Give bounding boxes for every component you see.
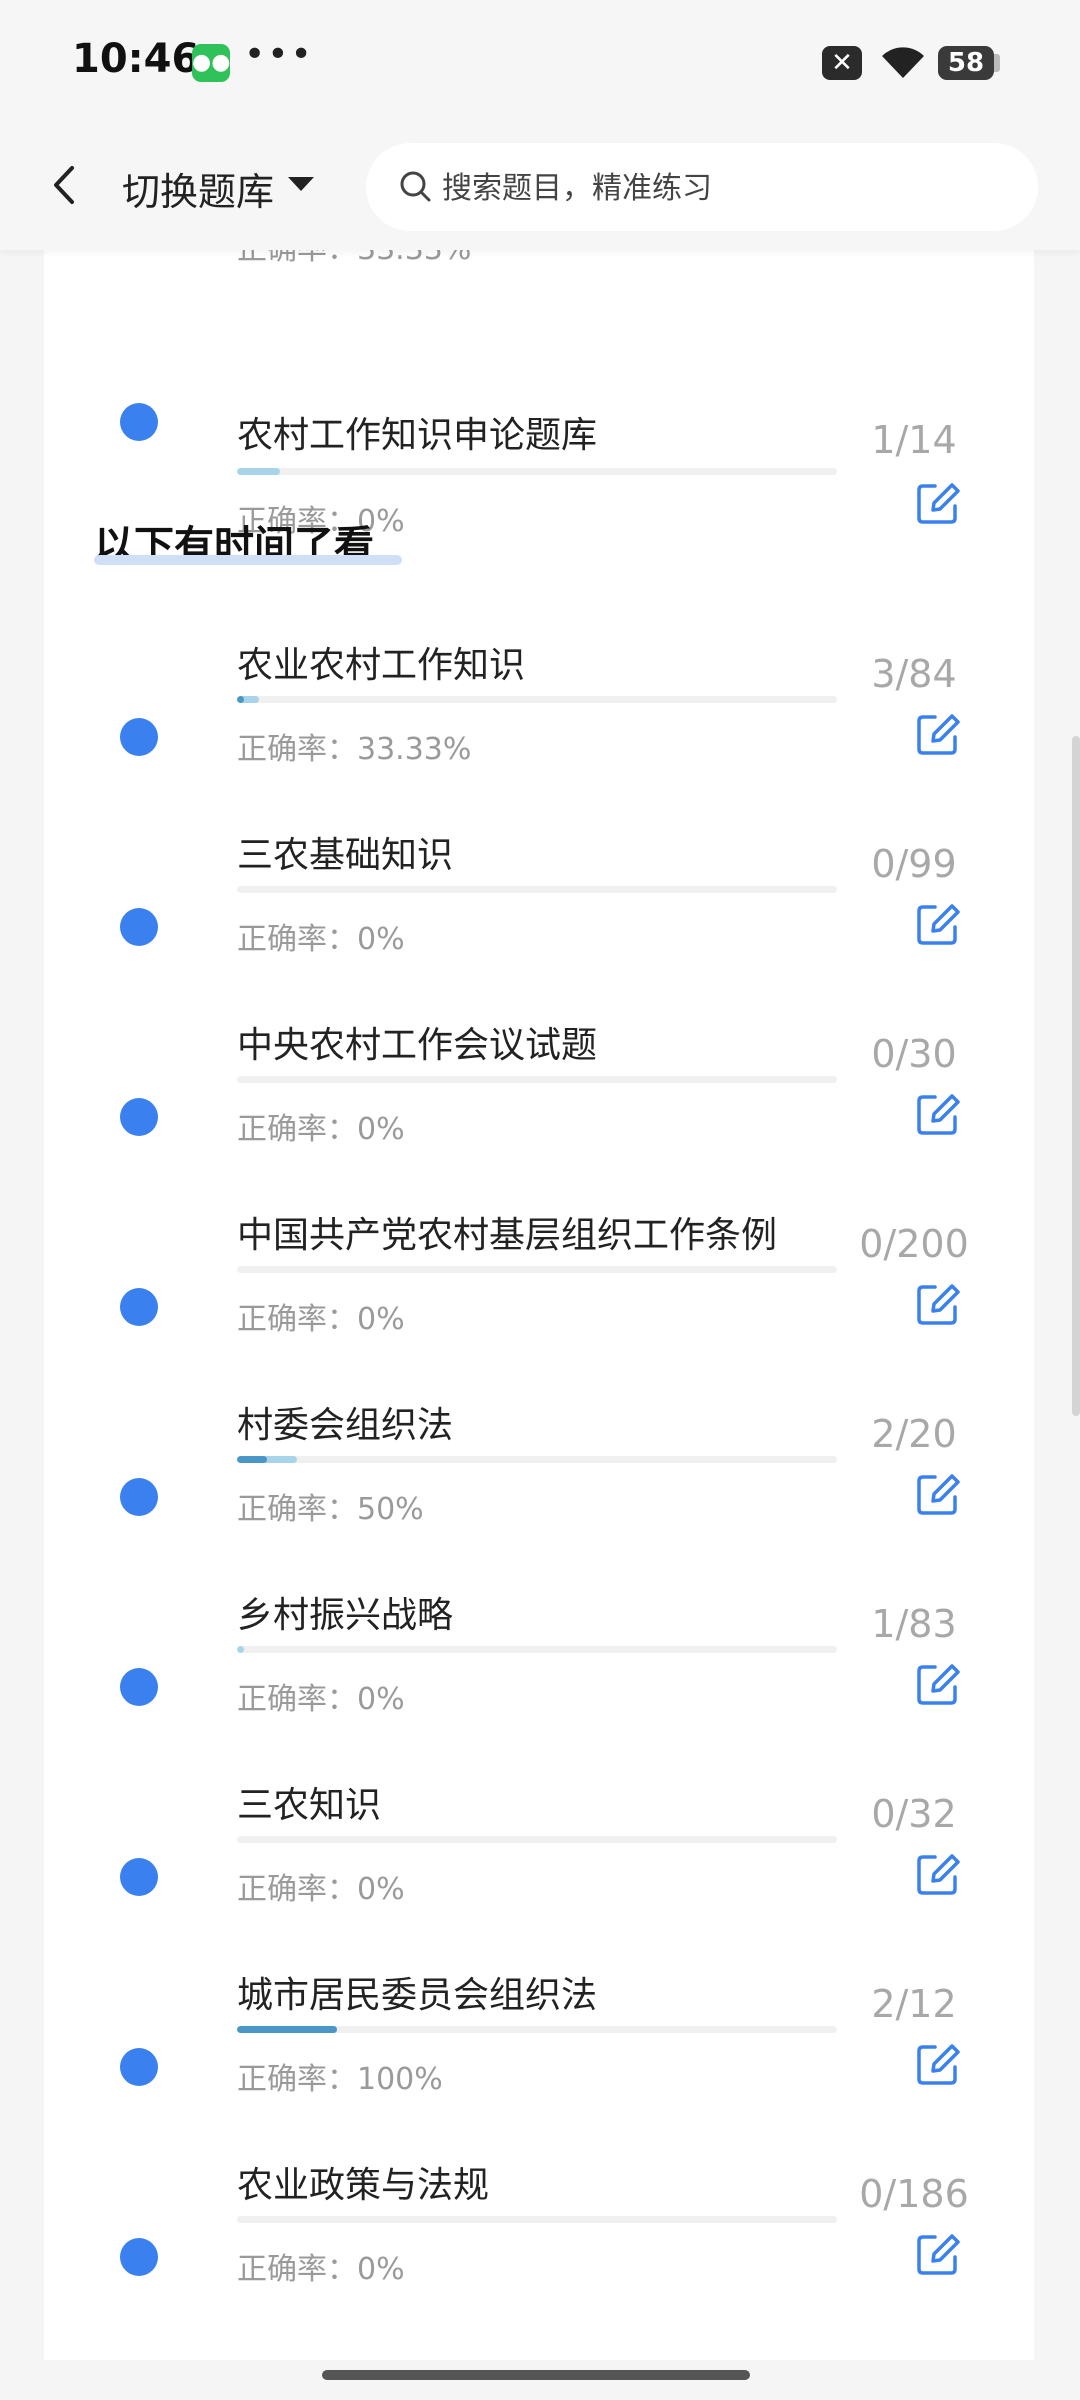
- progress-done: [237, 1646, 245, 1653]
- item-count: 1/83: [871, 1602, 957, 1646]
- item-title: 农村工作知识申论题库: [237, 415, 598, 456]
- item-accuracy: 正确率：0%: [237, 922, 405, 957]
- status-dot: [120, 908, 158, 946]
- list-item[interactable]: 乡村振兴战略 正确率：0% 1/83: [44, 1590, 1034, 1760]
- item-count: 2/12: [871, 1982, 957, 2026]
- edit-icon[interactable]: [915, 901, 961, 947]
- battery-tip: [994, 54, 1000, 72]
- edit-icon[interactable]: [915, 1661, 961, 1707]
- edit-icon[interactable]: [915, 2231, 961, 2277]
- item-title: 三农知识: [237, 1785, 382, 1826]
- progress-done: [237, 468, 280, 475]
- edit-icon[interactable]: [915, 1281, 961, 1327]
- edit-icon[interactable]: [915, 1471, 961, 1517]
- status-dot: [120, 1098, 158, 1136]
- item-count: 2/20: [871, 1412, 957, 1456]
- question-bank-list: 正确率：33.33% 农村工作知识申论题库 正确率：0% 1/14 以下有时间了…: [44, 230, 1034, 2360]
- progress-bar: [237, 886, 837, 893]
- status-dot: [120, 2238, 158, 2276]
- item-count: 0/186: [859, 2172, 969, 2216]
- item-accuracy: 正确率：50%: [237, 1492, 424, 1527]
- item-count: 1/14: [871, 418, 957, 462]
- progress-correct: [237, 1456, 267, 1463]
- item-count: 0/32: [871, 1792, 957, 1836]
- status-dot: [120, 403, 158, 441]
- item-accuracy: 正确率：0%: [237, 1872, 405, 1907]
- list-item[interactable]: 三农知识 正确率：0% 0/32: [44, 1780, 1034, 1950]
- progress-bar: [237, 1456, 837, 1463]
- status-bar: 10:46 ●● ••• ✕ 58: [0, 0, 1080, 125]
- list-item[interactable]: 农业政策与法规 正确率：0% 0/186: [44, 2160, 1034, 2330]
- status-dot: [120, 1478, 158, 1516]
- item-accuracy: 正确率：33.33%: [237, 732, 472, 767]
- item-accuracy: 正确率：0%: [237, 1112, 405, 1147]
- scrollbar[interactable]: [1072, 736, 1080, 1416]
- item-title: 农业农村工作知识: [237, 645, 526, 686]
- status-dot: [120, 1668, 158, 1706]
- battery-icon: 58: [938, 46, 994, 80]
- back-arrow-icon[interactable]: [44, 160, 84, 210]
- item-count: 0/200: [859, 1222, 969, 1266]
- wifi-icon: [882, 47, 924, 78]
- progress-correct: [237, 2026, 338, 2033]
- list-item[interactable]: 中国共产党农村基层组织工作条例 正确率：0% 0/200: [44, 1210, 1034, 1380]
- progress-bar: [237, 696, 837, 703]
- search-input[interactable]: [440, 143, 1004, 233]
- progress-bar: [237, 2216, 837, 2223]
- top-nav: 切换题库: [0, 125, 1080, 250]
- more-notifications-icon: •••: [244, 34, 314, 75]
- item-accuracy: 正确率：100%: [237, 2062, 443, 2097]
- progress-bar: [237, 468, 837, 475]
- list-item[interactable]: 中央农村工作会议试题 正确率：0% 0/30: [44, 1020, 1034, 1190]
- progress-bar: [237, 2026, 837, 2033]
- list-item[interactable]: 三农基础知识 正确率：0% 0/99: [44, 830, 1034, 1000]
- progress-bar: [237, 1076, 837, 1083]
- item-title: 中国共产党农村基层组织工作条例: [237, 1215, 778, 1256]
- status-time: 10:46: [72, 36, 200, 82]
- item-accuracy: 正确率：0%: [237, 2252, 405, 2287]
- edit-icon[interactable]: [915, 2041, 961, 2087]
- sim-off-icon: ✕: [822, 46, 862, 80]
- list-item[interactable]: 农业农村工作知识 正确率：33.33% 3/84: [44, 640, 1034, 810]
- edit-icon[interactable]: [915, 711, 961, 757]
- edit-icon[interactable]: [915, 480, 961, 526]
- status-dot: [120, 1288, 158, 1326]
- status-dot: [120, 2048, 158, 2086]
- item-title: 农业政策与法规: [237, 2165, 490, 2206]
- item-title: 村委会组织法: [237, 1405, 454, 1446]
- list-item[interactable]: 农村工作知识申论题库 正确率：0% 1/14: [44, 310, 1034, 539]
- wechat-icon: ●●: [192, 44, 230, 82]
- switch-bank-button[interactable]: 切换题库: [122, 161, 274, 216]
- item-title: 乡村振兴战略: [237, 1595, 454, 1636]
- item-count: 0/30: [871, 1032, 957, 1076]
- home-indicator[interactable]: [322, 2370, 750, 2380]
- section-underline: [94, 555, 402, 565]
- caret-down-icon[interactable]: [288, 177, 314, 191]
- item-count: 3/84: [871, 652, 957, 696]
- item-accuracy: 正确率：0%: [237, 1302, 405, 1337]
- progress-bar: [237, 1646, 837, 1653]
- edit-icon[interactable]: [915, 1091, 961, 1137]
- edit-icon[interactable]: [915, 1851, 961, 1897]
- list-item[interactable]: 城市居民委员会组织法 正确率：100% 2/12: [44, 1970, 1034, 2140]
- search-bar[interactable]: [366, 143, 1038, 233]
- item-title: 城市居民委员会组织法: [237, 1975, 598, 2016]
- status-dot: [120, 718, 158, 756]
- item-title: 中央农村工作会议试题: [237, 1025, 598, 1066]
- item-count: 0/99: [871, 842, 957, 886]
- search-icon: [400, 171, 431, 202]
- status-dot: [120, 1858, 158, 1896]
- item-title: 三农基础知识: [237, 835, 454, 876]
- list-item[interactable]: 村委会组织法 正确率：50% 2/20: [44, 1400, 1034, 1570]
- item-accuracy: 正确率：0%: [237, 1682, 405, 1717]
- progress-bar: [237, 1266, 837, 1273]
- progress-bar: [237, 1836, 837, 1843]
